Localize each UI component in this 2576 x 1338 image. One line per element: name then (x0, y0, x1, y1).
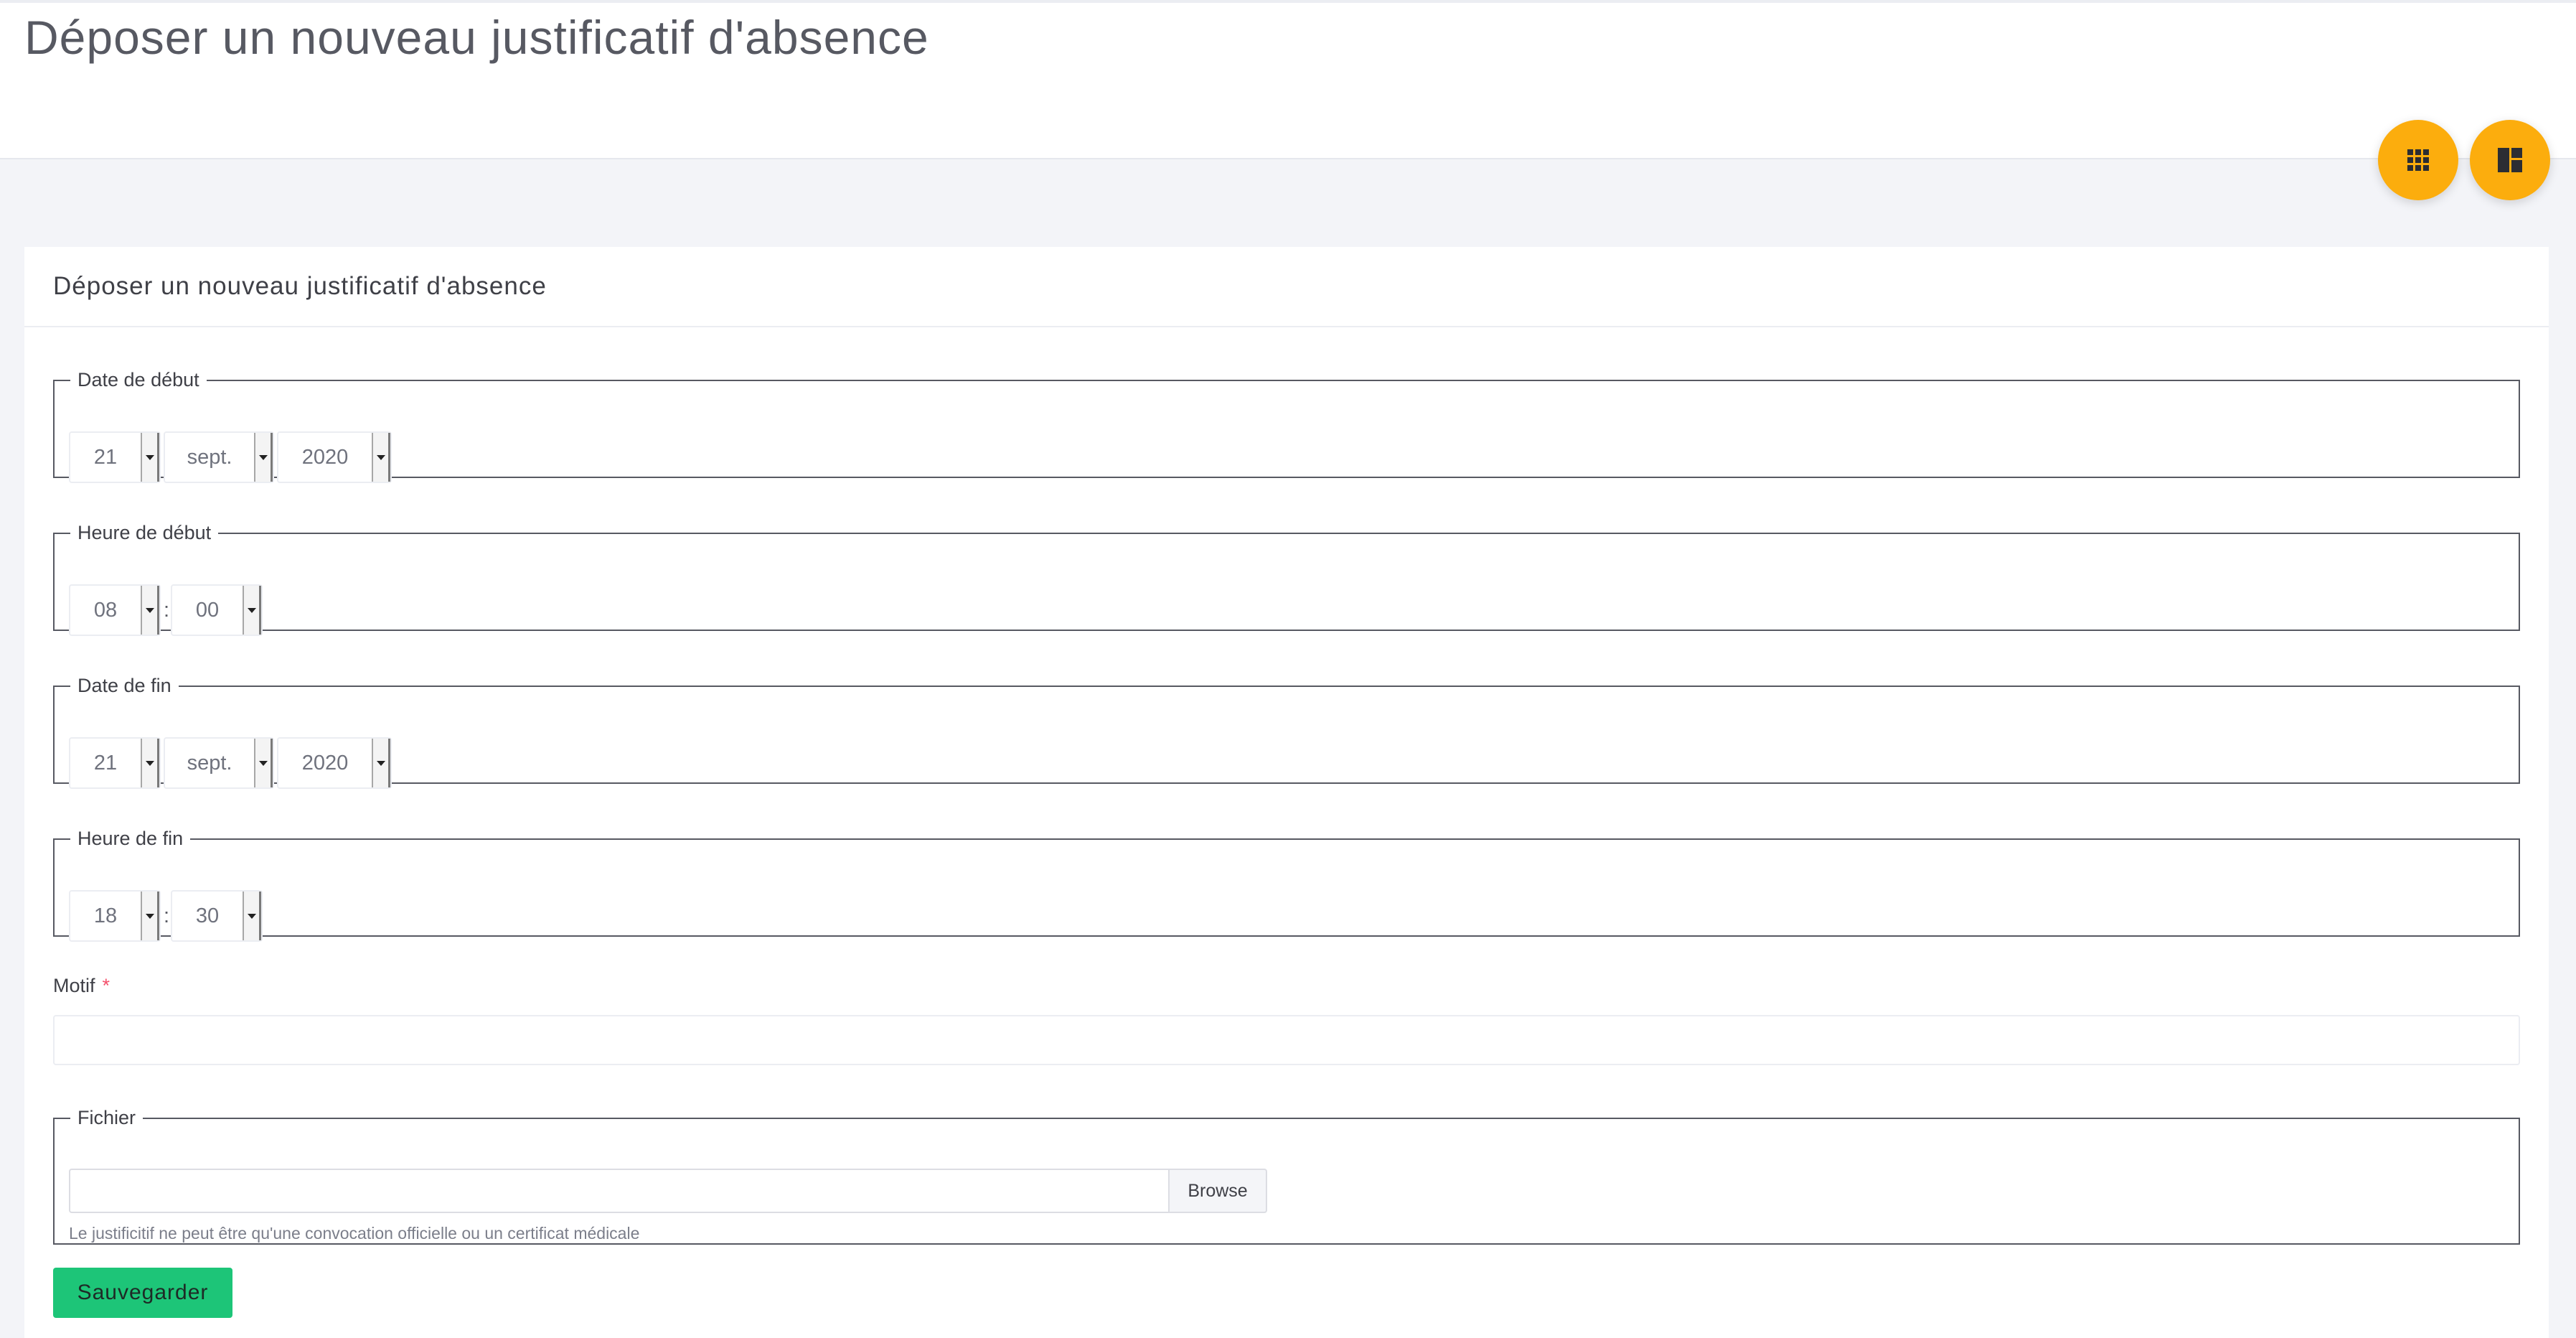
end-time-legend: Heure de fin (77, 828, 184, 849)
page-title: Déposer un nouveau justificatif d'absenc… (24, 11, 929, 64)
motif-label: Motif * (53, 975, 110, 997)
dashboard-icon (2498, 148, 2522, 172)
chevron-down-icon[interactable] (372, 739, 390, 787)
start-minute-value: 00 (195, 598, 220, 622)
end-year-select[interactable]: 2020 (277, 737, 392, 789)
chevron-down-icon[interactable] (254, 433, 273, 482)
start-date-group: Date de début 21 sept. 2020 (53, 369, 2520, 483)
end-time-group: Heure de fin 18 : 30 (53, 828, 2520, 942)
start-date-legend: Date de début (77, 369, 199, 390)
chevron-down-icon[interactable] (141, 739, 159, 787)
page-header: Déposer un nouveau justificatif d'absenc… (0, 0, 2576, 159)
chevron-down-icon[interactable] (141, 892, 159, 940)
dashboard-button[interactable] (2470, 120, 2550, 200)
end-month-value: sept. (187, 751, 232, 775)
start-month-value: sept. (187, 445, 232, 469)
start-day-select[interactable]: 21 (69, 431, 161, 483)
save-button[interactable]: Sauvegarder (53, 1268, 232, 1318)
start-minute-select[interactable]: 00 (171, 584, 263, 636)
end-year-value: 2020 (301, 751, 349, 775)
time-separator: : (164, 598, 170, 622)
chevron-down-icon[interactable] (141, 433, 159, 482)
start-hour-value: 08 (93, 598, 118, 622)
file-legend: Fichier (77, 1107, 136, 1128)
time-separator: : (164, 904, 170, 927)
motif-label-text: Motif (53, 975, 95, 996)
start-year-select[interactable]: 2020 (277, 431, 392, 483)
end-date-group: Date de fin 21 sept. 2020 (53, 675, 2520, 789)
chevron-down-icon[interactable] (243, 586, 262, 635)
start-day-value: 21 (93, 445, 118, 469)
file-group: Fichier Browse Le justificitif ne peut ê… (53, 1107, 2520, 1245)
chevron-down-icon[interactable] (243, 892, 262, 940)
start-month-select[interactable]: sept. (164, 431, 274, 483)
end-minute-select[interactable]: 30 (171, 890, 263, 942)
form-title: Déposer un nouveau justificatif d'absenc… (53, 272, 547, 300)
end-hour-select[interactable]: 18 (69, 890, 161, 942)
end-hour-value: 18 (93, 904, 118, 927)
chevron-down-icon[interactable] (254, 739, 273, 787)
file-input[interactable] (69, 1169, 1168, 1213)
start-year-value: 2020 (301, 445, 349, 469)
end-minute-value: 30 (195, 904, 220, 927)
form-panel-header: Déposer un nouveau justificatif d'absenc… (24, 247, 2549, 327)
start-time-group: Heure de début 08 : 00 (53, 522, 2520, 636)
apps-menu-button[interactable] (2378, 120, 2458, 200)
motif-input[interactable] (53, 1015, 2520, 1065)
start-time-legend: Heure de début (77, 522, 212, 543)
apps-grid-icon (2407, 149, 2429, 171)
end-month-select[interactable]: sept. (164, 737, 274, 789)
end-day-value: 21 (93, 751, 118, 775)
required-mark: * (102, 975, 111, 996)
chevron-down-icon[interactable] (372, 433, 390, 482)
end-day-select[interactable]: 21 (69, 737, 161, 789)
browse-button[interactable]: Browse (1168, 1169, 1267, 1213)
chevron-down-icon[interactable] (141, 586, 159, 635)
start-hour-select[interactable]: 08 (69, 584, 161, 636)
end-date-legend: Date de fin (77, 675, 171, 696)
file-hint: Le justificitif ne peut être qu'une conv… (69, 1224, 640, 1243)
form-panel: Déposer un nouveau justificatif d'absenc… (24, 247, 2549, 1338)
